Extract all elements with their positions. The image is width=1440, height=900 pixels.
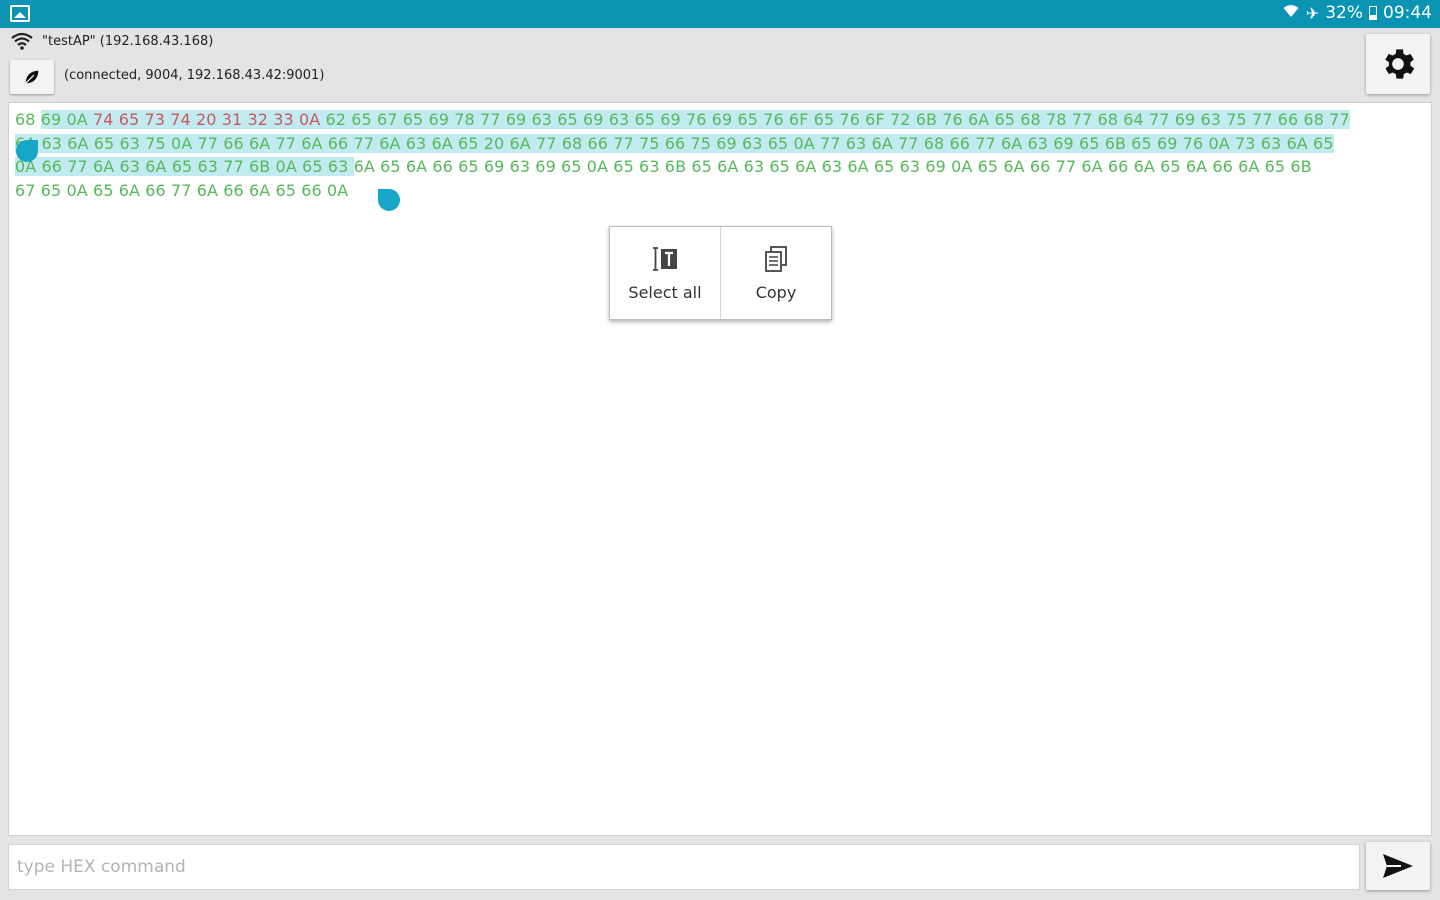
battery-percent: 32%	[1325, 3, 1363, 23]
airplane-mode-icon: ✈	[1305, 3, 1320, 23]
settings-button[interactable]	[1366, 34, 1430, 94]
wifi-signal-icon	[11, 32, 33, 50]
status-icons: ✈ 32% 09:44	[1282, 3, 1432, 23]
leaf-icon	[25, 70, 39, 84]
copy-icon	[765, 245, 787, 272]
gallery-icon	[10, 5, 30, 22]
wifi-icon	[1282, 3, 1300, 23]
copy-label: Copy	[755, 282, 797, 302]
hex-segment: 0A 66 77 6A 63 6A 65 63 77 6B 0A 65 63	[15, 157, 354, 176]
hex-segment: 6A 65 6A 66 65 69 63 69 65 0A 65 63 6B 6…	[353, 157, 1312, 176]
terminal-output[interactable]: 68 69 0A 74 65 73 74 20 31 32 33 0A 62 6…	[8, 102, 1432, 836]
copy-button[interactable]: Copy	[720, 227, 831, 319]
hex-segment: 67 65 0A 65 6A 66 77 6A 66 6A 65 66 0A	[15, 181, 349, 200]
send-button[interactable]	[1366, 842, 1430, 890]
text-selection-menu: Select all Copy	[609, 226, 832, 320]
selection-end-handle[interactable]	[378, 189, 400, 211]
hex-segment: 74 65 73 74 20 31 32 33 0A	[93, 110, 326, 129]
hex-segment: 62 65 67 65 69 78 77 69 63 65 69 63 65 6…	[325, 110, 1350, 129]
wifi-row: "testAP" (192.168.43.168)	[10, 32, 213, 50]
connect-toggle-button[interactable]	[10, 60, 54, 94]
select-all-label: Select all	[628, 282, 702, 302]
terminal-line-4: 67 65 0A 65 6A 66 77 6A 66 6A 65 66 0A	[15, 179, 348, 202]
send-icon	[1383, 854, 1413, 878]
terminal-line-1: 68 69 0A 74 65 73 74 20 31 32 33 0A 62 6…	[15, 108, 1350, 131]
hex-segment: 6A 63 6A 65 63 75 0A 77 66 6A 77 6A 66 7…	[15, 134, 1334, 153]
select-all-icon	[653, 246, 677, 271]
connection-status-text: (connected, 9004, 192.168.43.42:9001)	[64, 68, 325, 83]
hex-command-bar	[8, 844, 1360, 890]
selection-start-handle[interactable]	[16, 140, 38, 162]
terminal-line-3: 0A 66 77 6A 63 6A 65 63 77 6B 0A 65 63 6…	[15, 155, 1312, 178]
battery-icon	[1369, 6, 1377, 20]
connection-header: "testAP" (192.168.43.168) (connected, 90…	[0, 28, 1440, 100]
hex-segment: 68	[15, 110, 41, 129]
hex-segment: 69 0A	[40, 110, 94, 129]
gear-icon	[1385, 49, 1415, 79]
wifi-network-label: "testAP" (192.168.43.168)	[42, 33, 214, 49]
hex-command-input[interactable]	[9, 845, 1359, 889]
status-bar: ✈ 32% 09:44	[0, 0, 1440, 28]
clock: 09:44	[1383, 3, 1432, 23]
select-all-button[interactable]: Select all	[610, 227, 720, 319]
terminal-line-2: 6A 63 6A 65 63 75 0A 77 66 6A 77 6A 66 7…	[15, 132, 1334, 155]
